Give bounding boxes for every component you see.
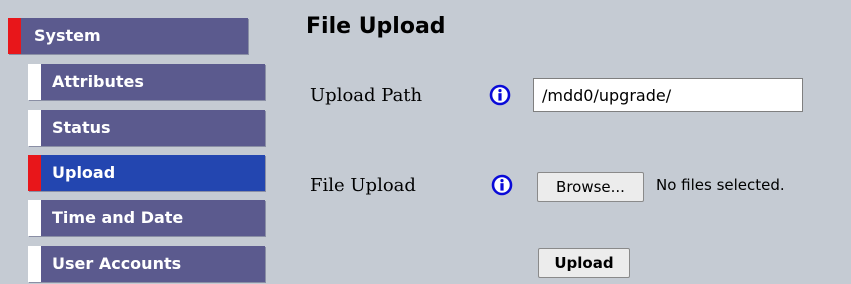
file-status-text: No files selected. (656, 176, 785, 194)
sidebar-item-label: Status (52, 118, 111, 137)
active-marker (28, 155, 41, 191)
sidebar-item-upload[interactable]: Upload (28, 155, 265, 191)
sidebar-item-label: Time and Date (52, 208, 184, 227)
sidebar-item-label: System (34, 26, 101, 45)
sidebar-item-label: Attributes (52, 72, 144, 91)
page-title: File Upload (306, 14, 446, 39)
sidebar-item-status[interactable]: Status (28, 110, 265, 146)
sidebar-item-user-accounts[interactable]: User Accounts (28, 246, 265, 282)
sidebar-item-attributes[interactable]: Attributes (28, 64, 265, 100)
sidebar-item-label: User Accounts (52, 254, 182, 273)
sidebar-item-system[interactable]: System (8, 18, 248, 54)
item-marker (28, 200, 41, 236)
upload-path-input[interactable] (533, 78, 803, 112)
browse-button[interactable]: Browse... (537, 172, 644, 202)
sidebar-item-label: Upload (52, 163, 116, 182)
info-icon[interactable] (491, 174, 513, 196)
sidebar-item-time-and-date[interactable]: Time and Date (28, 200, 265, 236)
upload-button[interactable]: Upload (538, 248, 630, 278)
item-marker (28, 246, 41, 282)
app-window: System Attributes Status Upload Time and… (0, 0, 851, 284)
item-marker (28, 110, 41, 146)
upload-path-label: Upload Path (310, 85, 423, 106)
info-icon[interactable] (489, 84, 511, 106)
file-upload-label: File Upload (310, 175, 416, 196)
sidebar: System Attributes Status Upload Time and… (0, 0, 280, 284)
active-marker (8, 18, 21, 54)
item-marker (28, 64, 41, 100)
